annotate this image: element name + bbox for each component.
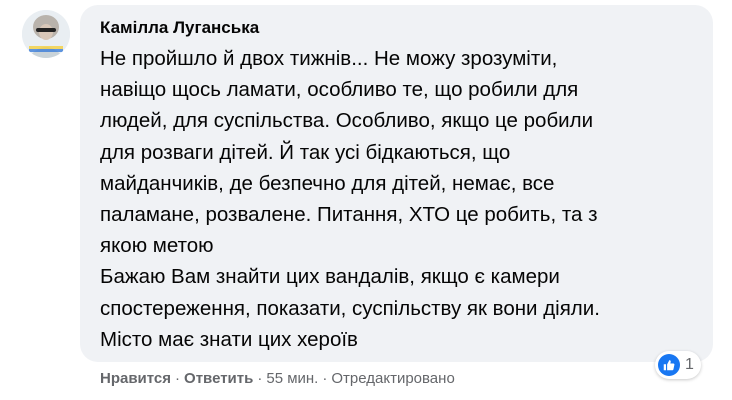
comment-line: якою метою xyxy=(100,234,214,258)
separator: · xyxy=(175,370,181,387)
separator: · xyxy=(257,370,263,387)
avatar-image xyxy=(22,10,70,58)
comment: Камілла Луганська Не пройшло й двох тижн… xyxy=(0,0,732,400)
comment-timestamp[interactable]: 55 мин. xyxy=(266,370,318,387)
comment-line: для розваги дітей. Й так усі бідкаються,… xyxy=(100,140,511,164)
comment-line: людей, для суспільства. Особливо, якщо ц… xyxy=(100,109,594,133)
like-button[interactable]: Нравится xyxy=(100,370,171,387)
comment-author[interactable]: Камілла Луганська xyxy=(100,17,697,39)
reply-button[interactable]: Ответить xyxy=(184,370,253,387)
comment-line: паламане, розвалене. Питання, ХТО це роб… xyxy=(100,203,598,227)
comment-bubble: Камілла Луганська Не пройшло й двох тижн… xyxy=(80,5,713,362)
comment-line: спостереження, показати, суспільству як … xyxy=(100,296,600,320)
like-icon xyxy=(658,354,680,376)
reaction-summary[interactable]: 1 xyxy=(655,351,701,379)
comment-text: Не пройшло й двох тижнів... Не можу зроз… xyxy=(100,43,697,355)
edited-label[interactable]: Отредактировано xyxy=(331,370,454,387)
comment-line: Місто має знати цих хероїв xyxy=(100,327,358,351)
comment-line: Бажаю Вам знайти цих вандалів, якщо є ка… xyxy=(100,265,560,289)
comment-line: навіщо щось ламати, особливо те, що роби… xyxy=(100,78,579,102)
comment-actions: Нравится · Ответить · 55 мин. · Отредактирован… xyxy=(100,368,455,390)
comment-line: Не пройшло й двох тижнів... Не можу зроз… xyxy=(100,47,558,70)
separator: · xyxy=(322,370,328,387)
reaction-count: 1 xyxy=(685,356,694,373)
comment-line: майданчиків, де безпечно для дітей, нема… xyxy=(100,171,555,195)
avatar[interactable] xyxy=(22,10,70,58)
